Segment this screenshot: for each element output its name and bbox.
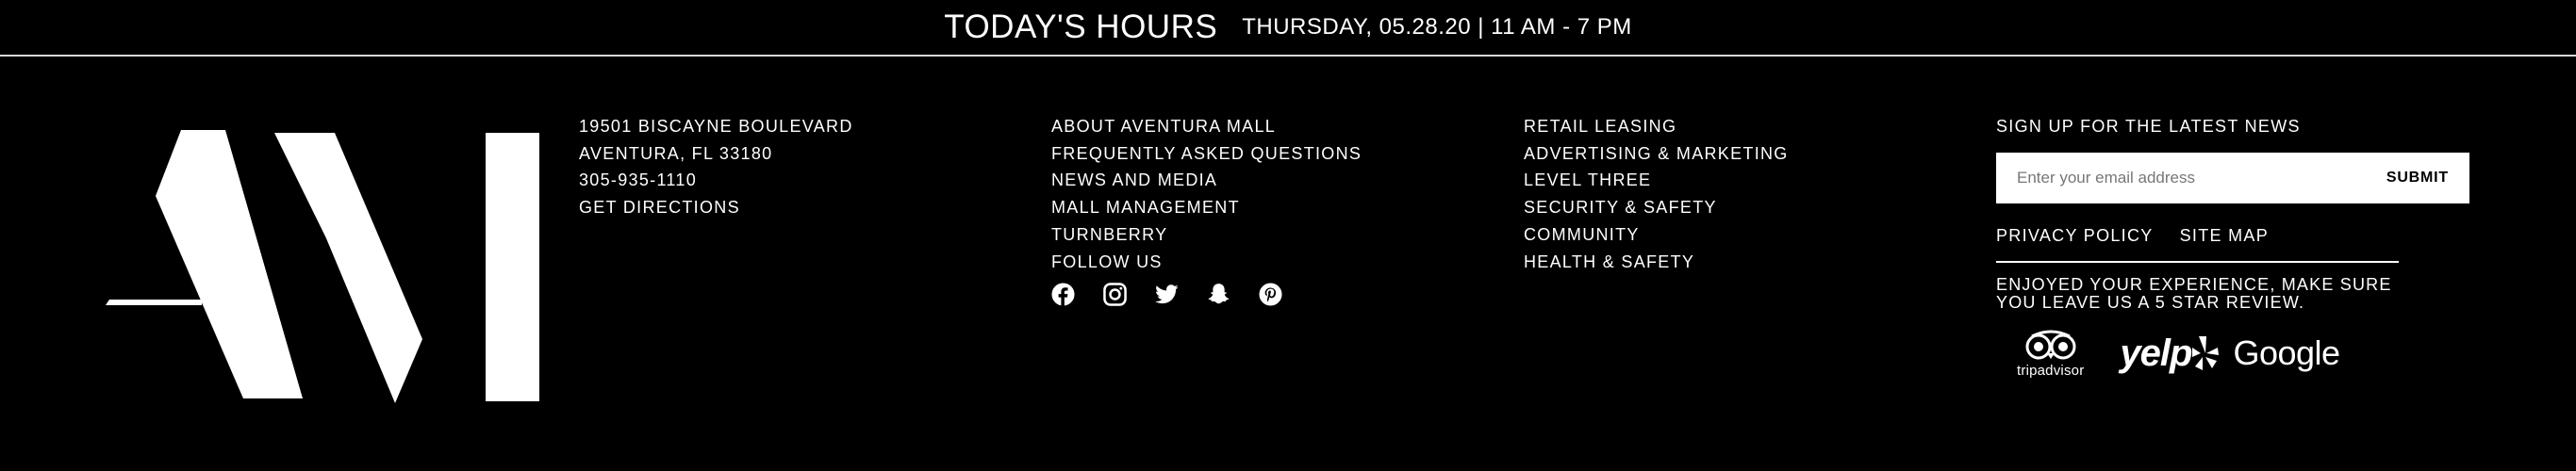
twitter-icon[interactable] (1155, 283, 1179, 306)
about-link[interactable]: ABOUT AVENTURA MALL (1051, 113, 1362, 140)
review-prompt: ENJOYED YOUR EXPERIENCE, MAKE SURE YOU L… (1996, 274, 2392, 312)
address-street: 19501 BISCAYNE BOULEVARD (579, 117, 853, 136)
tripadvisor-owl-icon (2025, 330, 2076, 360)
yelp-burst-icon (2192, 336, 2220, 371)
phone-link[interactable]: 305-935-1110 (579, 167, 853, 194)
yelp-label: yelp (2120, 332, 2192, 374)
level-three-link[interactable]: LEVEL THREE (1524, 167, 1789, 194)
tripadvisor-link[interactable]: tripadvisor (2017, 329, 2084, 379)
logo-icon[interactable] (106, 130, 539, 403)
address-city: AVENTURA, FL 33180 (579, 143, 773, 163)
hours-bar: TODAY'S HOURS THURSDAY, 05.28.20 | 11 AM… (0, 0, 2576, 57)
pinterest-icon[interactable] (1259, 283, 1282, 306)
health-safety-link[interactable]: HEALTH & SAFETY (1524, 249, 1789, 276)
advertising-marketing-link[interactable]: ADVERTISING & MARKETING (1524, 140, 1789, 168)
google-link[interactable]: Google (2233, 333, 2340, 373)
faq-link[interactable]: FREQUENTLY ASKED QUESTIONS (1051, 140, 1362, 168)
address-column: 19501 BISCAYNE BOULEVARD AVENTURA, FL 33… (579, 113, 853, 221)
hours-title: TODAY'S HOURS (944, 8, 1218, 45)
site-map-link[interactable]: SITE MAP (2180, 222, 2269, 249)
snapchat-icon[interactable] (1207, 283, 1230, 306)
submit-button[interactable]: SUBMIT (2386, 170, 2449, 187)
hours-detail: THURSDAY, 05.28.20 | 11 AM - 7 PM (1242, 14, 1632, 40)
secondary-links-column: RETAIL LEASING ADVERTISING & MARKETING L… (1524, 113, 1789, 275)
signup-title: SIGN UP FOR THE LATEST NEWS (1996, 117, 2301, 136)
review-logos: tripadvisor yelp Google (1996, 329, 2468, 379)
retail-leasing-link[interactable]: RETAIL LEASING (1524, 113, 1789, 140)
security-safety-link[interactable]: SECURITY & SAFETY (1524, 194, 1789, 221)
social-icons (1051, 283, 1362, 307)
get-directions-link[interactable]: GET DIRECTIONS (579, 194, 853, 221)
primary-links-column: ABOUT AVENTURA MALL FREQUENTLY ASKED QUE… (1051, 113, 1362, 307)
facebook-icon[interactable] (1051, 283, 1075, 307)
turnberry-link[interactable]: TURNBERRY (1051, 221, 1362, 249)
signup-form: SUBMIT (1996, 152, 2469, 203)
privacy-policy-link[interactable]: PRIVACY POLICY (1996, 222, 2154, 249)
signup-column: SIGN UP FOR THE LATEST NEWS SUBMIT PRIVA… (1996, 113, 2469, 379)
policy-links: PRIVACY POLICY SITE MAP (1996, 222, 2468, 249)
instagram-icon[interactable] (1103, 283, 1127, 307)
community-link[interactable]: COMMUNITY (1524, 221, 1789, 249)
yelp-link[interactable]: yelp (2120, 333, 2220, 375)
tripadvisor-label: tripadvisor (2017, 362, 2085, 379)
news-media-link[interactable]: NEWS AND MEDIA (1051, 167, 1362, 194)
divider (1996, 260, 2399, 263)
mall-management-link[interactable]: MALL MANAGEMENT (1051, 194, 1362, 221)
follow-us-label: FOLLOW US (1051, 252, 1163, 271)
email-input[interactable] (2015, 167, 2386, 188)
